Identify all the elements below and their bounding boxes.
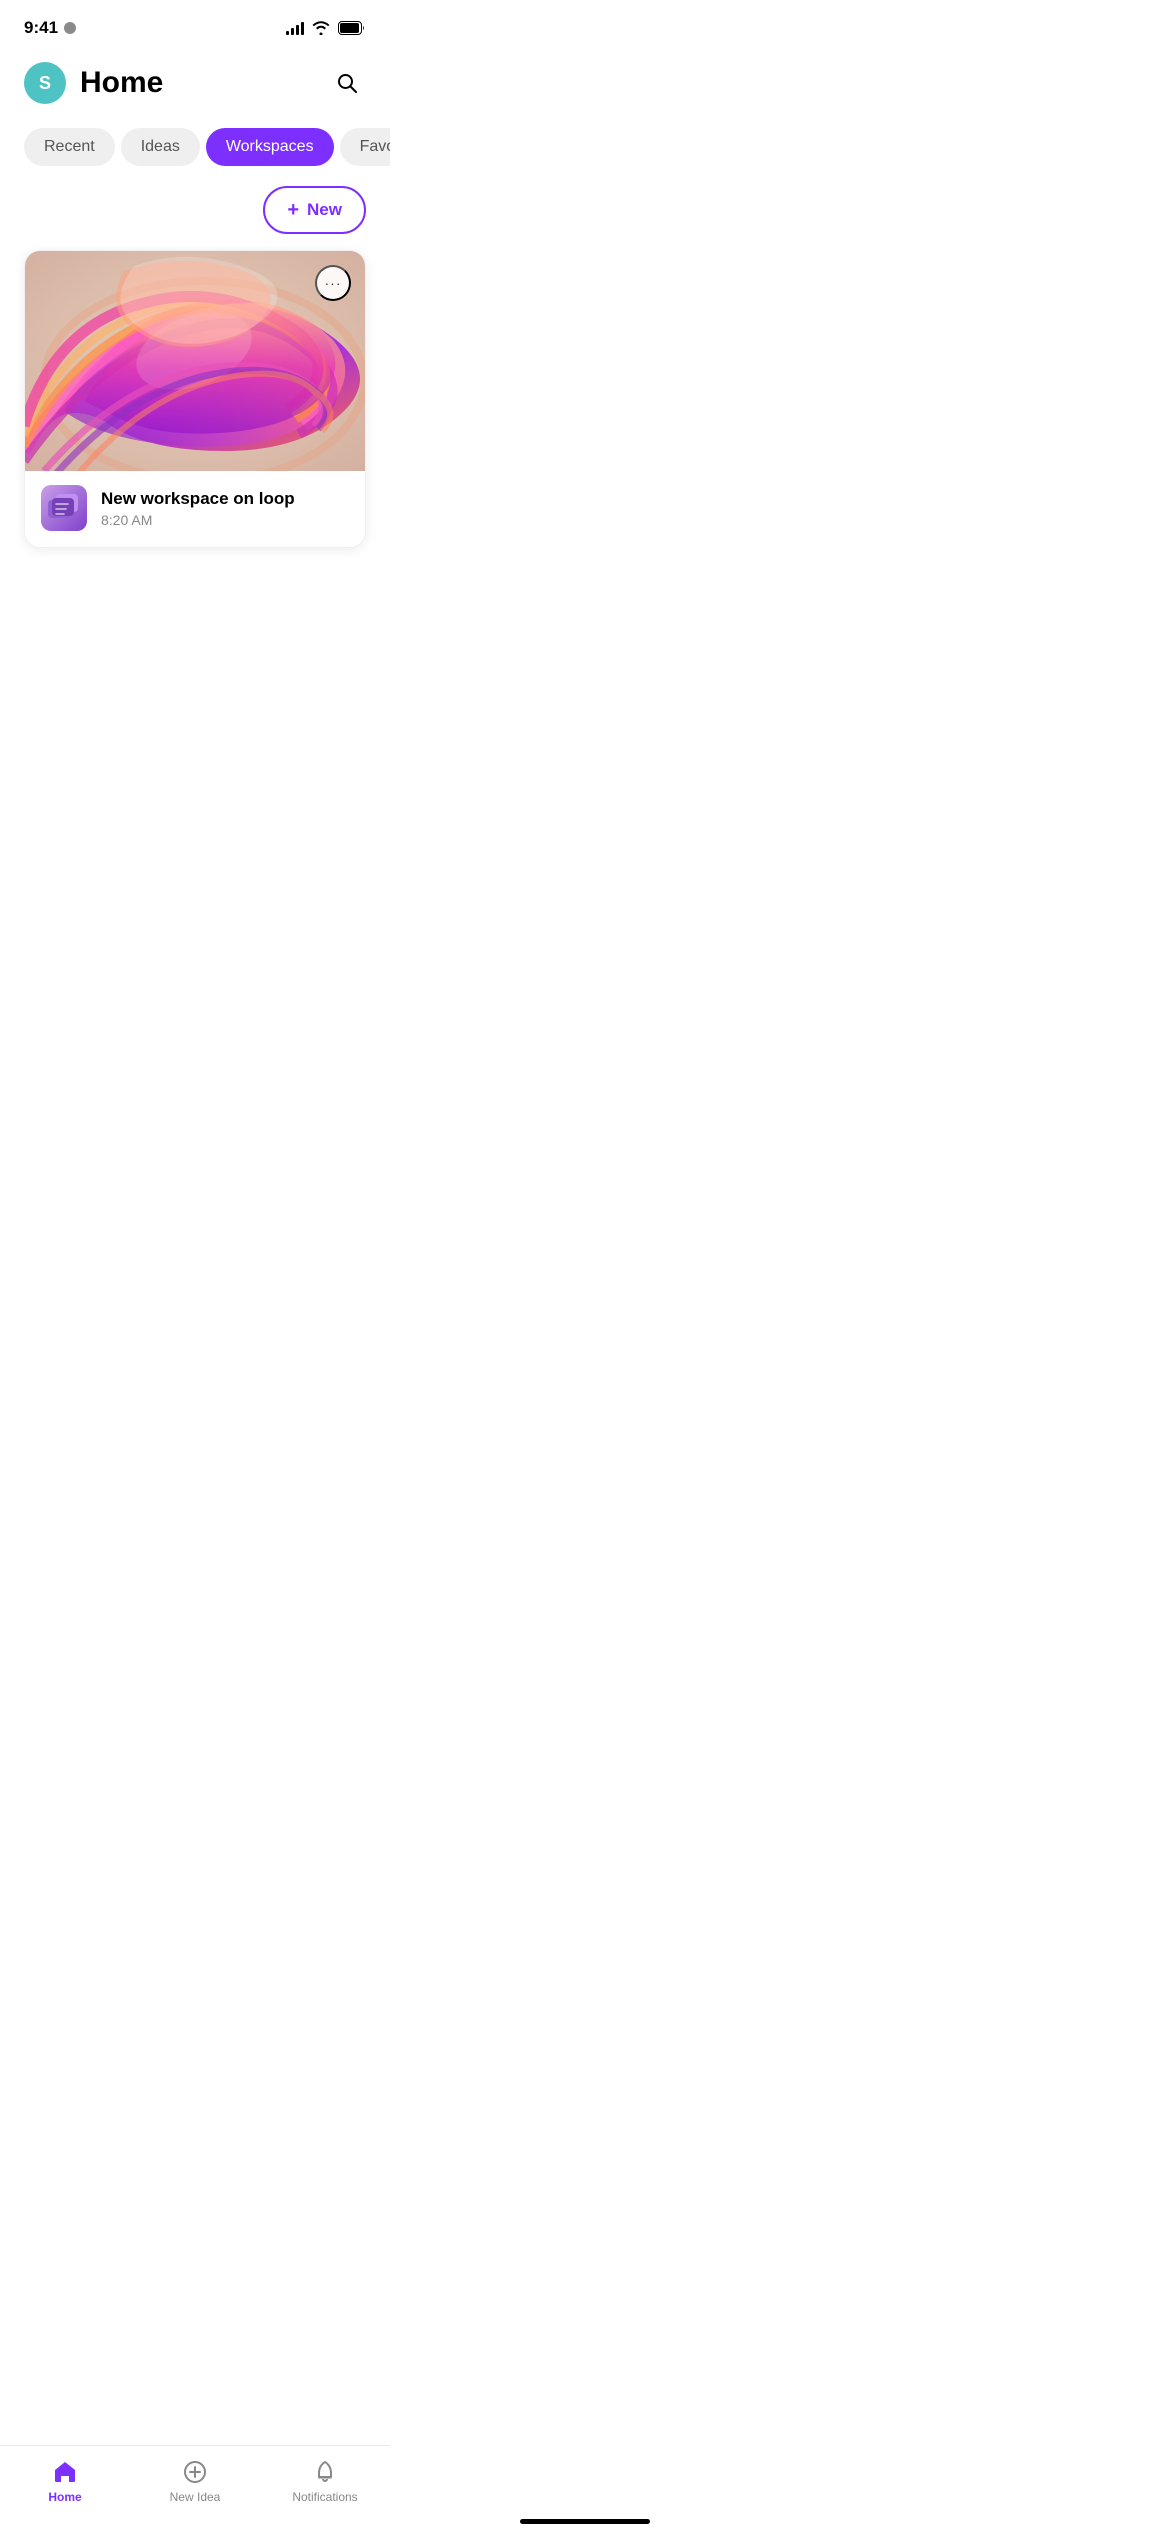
home-indicator <box>520 2519 650 2524</box>
page-title: Home <box>80 66 163 100</box>
card-image: ··· <box>25 251 365 471</box>
nav-item-home[interactable]: Home <box>25 2458 105 2504</box>
nav-item-new-idea[interactable]: New Idea <box>155 2458 235 2504</box>
status-time: 9:41 <box>24 18 76 38</box>
bottom-nav: Home New Idea Notification <box>0 2445 390 2532</box>
ellipsis-icon: ··· <box>325 275 342 291</box>
workspace-icon <box>41 485 87 531</box>
search-icon <box>335 71 359 95</box>
main-content: + New <box>0 186 390 548</box>
home-nav-icon <box>51 2458 79 2486</box>
notifications-nav-icon <box>311 2458 339 2486</box>
status-icons <box>286 21 366 35</box>
workspace-card[interactable]: ··· New workspace on loop 8:20 AM <box>24 250 366 548</box>
status-dot <box>64 22 76 34</box>
new-idea-nav-label: New Idea <box>170 2490 221 2504</box>
new-button-label: New <box>307 200 342 220</box>
battery-icon <box>338 21 366 35</box>
card-menu-button[interactable]: ··· <box>315 265 351 301</box>
card-info: New workspace on loop 8:20 AM <box>25 471 365 547</box>
workspace-logo <box>46 490 82 526</box>
card-artwork <box>25 251 365 471</box>
signal-icon <box>286 21 304 35</box>
home-nav-label: Home <box>48 2490 81 2504</box>
notifications-icon <box>312 2459 338 2485</box>
card-text-container: New workspace on loop 8:20 AM <box>101 489 349 528</box>
avatar[interactable]: S <box>24 62 66 104</box>
tabs-container: Recent Ideas Workspaces Favourites <box>0 120 390 186</box>
header-left: S Home <box>24 62 163 104</box>
nav-item-notifications[interactable]: Notifications <box>285 2458 365 2504</box>
tab-workspaces[interactable]: Workspaces <box>206 128 334 166</box>
header: S Home <box>0 50 390 120</box>
status-bar: 9:41 <box>0 0 390 50</box>
card-timestamp: 8:20 AM <box>101 512 349 528</box>
home-icon <box>52 2459 78 2485</box>
wifi-icon <box>312 21 330 35</box>
plus-icon: + <box>287 200 299 220</box>
tab-ideas[interactable]: Ideas <box>121 128 200 166</box>
tab-recent[interactable]: Recent <box>24 128 115 166</box>
search-button[interactable] <box>328 64 366 102</box>
card-title: New workspace on loop <box>101 489 349 509</box>
new-idea-nav-icon <box>181 2458 209 2486</box>
new-idea-icon <box>182 2459 208 2485</box>
new-button-container: + New <box>24 186 366 234</box>
new-button[interactable]: + New <box>263 186 366 234</box>
tab-favourites[interactable]: Favourites <box>340 128 390 166</box>
bottom-nav-items: Home New Idea Notification <box>0 2458 390 2504</box>
notifications-nav-label: Notifications <box>292 2490 357 2504</box>
